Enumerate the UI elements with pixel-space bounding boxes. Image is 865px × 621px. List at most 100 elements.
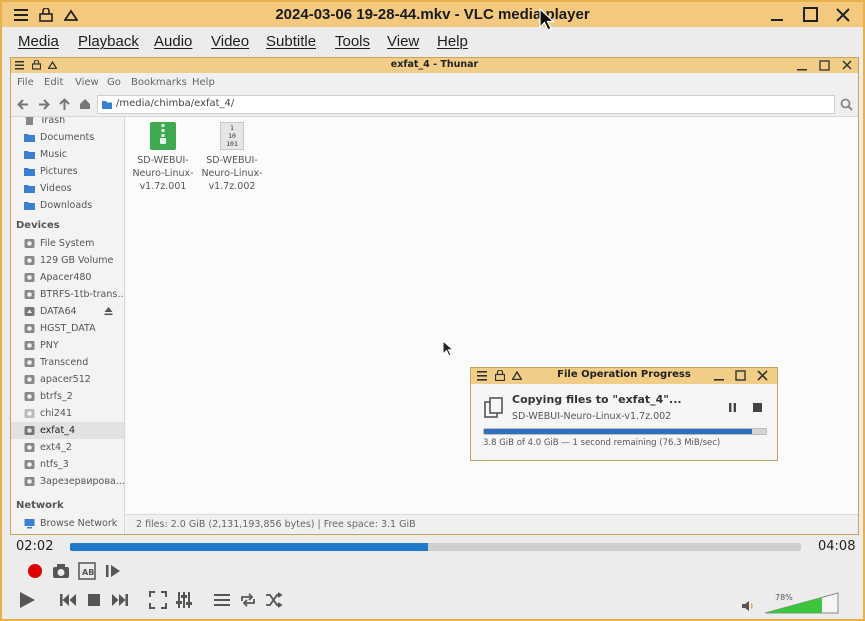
sidebar-item-trash[interactable]: Trash — [11, 117, 124, 129]
loop-icon — [241, 593, 255, 607]
vlc-titlebar: 2024-03-06 19-28-44.mkv - VLC media play… — [2, 2, 863, 27]
drive-icon — [24, 477, 35, 486]
shuffle-button[interactable] — [262, 588, 286, 612]
menu-subtitle[interactable]: Subtitle — [266, 33, 316, 50]
sidebar-item-device[interactable]: 129 GB Volume — [11, 252, 124, 269]
status-text: 2 files: 2.0 GiB (2,131,193,856 bytes) |… — [136, 519, 416, 530]
maximize-icon[interactable] — [735, 370, 746, 381]
dialog-status: 3.8 GiB of 4.0 GiB — 1 second remaining … — [483, 438, 721, 448]
record-button[interactable] — [23, 559, 47, 583]
sidebar-item-downloads[interactable]: Downloads — [11, 197, 124, 214]
up-icon[interactable] — [59, 98, 70, 111]
stop-button[interactable] — [82, 588, 106, 612]
maximize-icon[interactable] — [799, 4, 821, 25]
close-icon[interactable] — [842, 60, 852, 70]
sidebar-item-device[interactable]: ext4_2 — [11, 439, 124, 456]
menu-audio[interactable]: Audio — [154, 33, 192, 50]
menu-video[interactable]: Video — [211, 33, 249, 50]
network-icon — [24, 519, 35, 529]
volume-slider[interactable] — [765, 592, 839, 614]
location-bar[interactable]: /media/chimba/exfat_4/ — [97, 95, 835, 114]
file-item[interactable]: SD-WEBUI- Neuro-Linux- v1.7z.001 — [128, 122, 198, 193]
seek-slider[interactable] — [70, 543, 801, 551]
drive-icon — [24, 290, 35, 299]
menu-tools[interactable]: Tools — [335, 33, 370, 50]
thunar-menu-file[interactable]: File — [17, 77, 34, 88]
playlist-icon — [214, 594, 230, 606]
minimize-icon[interactable] — [797, 61, 807, 71]
sidebar-item-device-selected[interactable]: exfat_4 — [11, 422, 124, 439]
play-button[interactable] — [13, 587, 41, 613]
loop-ab-button[interactable]: AB — [75, 559, 99, 583]
sidebar-item-browse-network[interactable]: Browse Network — [11, 515, 124, 532]
sidebar-item-device[interactable]: Зарезервирова... — [11, 473, 124, 490]
folder-icon — [102, 101, 112, 109]
frame-step-icon — [106, 565, 120, 577]
time-total[interactable]: 04:08 — [818, 539, 855, 554]
shuffle-icon — [266, 592, 283, 608]
sidebar-item-device[interactable]: DATA64 — [11, 303, 124, 320]
extended-settings-button[interactable] — [172, 588, 196, 612]
thunar-menu-view[interactable]: View — [75, 77, 99, 88]
menu-media[interactable]: Media — [18, 33, 59, 50]
stop-icon[interactable] — [753, 403, 762, 412]
vlc-menubar: Media Playback Audio Video Subtitle Tool… — [2, 27, 863, 57]
fullscreen-icon — [149, 591, 167, 609]
thunar-menu-bookmarks[interactable]: Bookmarks — [131, 77, 187, 88]
fullscreen-button[interactable] — [146, 588, 170, 612]
dialog-titlebar: File Operation Progress — [471, 368, 777, 384]
next-button[interactable] — [108, 588, 132, 612]
minimize-icon[interactable] — [766, 4, 788, 25]
sidebar-item-music[interactable]: Music — [11, 146, 124, 163]
folder-icon — [24, 185, 35, 193]
menu-view[interactable]: View — [387, 33, 419, 50]
menu-help[interactable]: Help — [437, 33, 468, 50]
sidebar-item-device[interactable]: Apacer480 — [11, 269, 124, 286]
sidebar-item-device[interactable]: btrfs_2 — [11, 388, 124, 405]
file-item[interactable]: 1 10 101 SD-WEBUI- Neuro-Linux- v1.7z.00… — [197, 122, 267, 193]
eject-icon[interactable] — [104, 306, 113, 316]
forward-icon[interactable] — [38, 99, 50, 110]
frame-by-frame-button[interactable] — [101, 559, 125, 583]
thunar-title: exfat_4 - Thunar — [390, 59, 479, 70]
close-icon[interactable] — [757, 370, 768, 381]
sidebar-item-documents[interactable]: Documents — [11, 129, 124, 146]
back-icon[interactable] — [17, 99, 29, 110]
sidebar-item-device[interactable]: HGST_DATA — [11, 320, 124, 337]
close-icon[interactable] — [832, 4, 854, 25]
sidebar-item-pictures[interactable]: Pictures — [11, 163, 124, 180]
maximize-icon[interactable] — [819, 60, 830, 71]
menu-playback[interactable]: Playback — [78, 33, 139, 50]
camera-icon — [53, 564, 69, 578]
previous-icon — [60, 594, 76, 606]
search-icon[interactable] — [840, 98, 853, 111]
speaker-icon[interactable] — [741, 600, 755, 612]
sidebar-item-device[interactable]: PNY — [11, 337, 124, 354]
sidebar-item-device[interactable]: apacer512 — [11, 371, 124, 388]
dialog-current-file: SD-WEBUI-Neuro-Linux-v1.7z.002 — [512, 411, 672, 422]
minimize-icon[interactable] — [714, 371, 724, 381]
thunar-menu-help[interactable]: Help — [192, 77, 215, 88]
drive-icon — [24, 239, 35, 248]
drive-icon — [24, 341, 35, 350]
thunar-menu-go[interactable]: Go — [107, 77, 121, 88]
drive-icon — [24, 358, 35, 367]
sidebar-item-device[interactable]: BTRFS-1tb-trans... — [11, 286, 124, 303]
previous-button[interactable] — [56, 588, 80, 612]
thunar-menu-edit[interactable]: Edit — [44, 77, 63, 88]
sidebar-item-videos[interactable]: Videos — [11, 180, 124, 197]
sidebar-item-device[interactable]: Transcend — [11, 354, 124, 371]
sidebar-item-device[interactable]: chi241 — [11, 405, 124, 422]
sidebar-item-device[interactable]: File System — [11, 235, 124, 252]
sidebar-item-device[interactable]: ntfs_3 — [11, 456, 124, 473]
time-elapsed: 02:02 — [16, 539, 54, 554]
snapshot-button[interactable] — [49, 559, 73, 583]
pause-icon[interactable] — [728, 403, 737, 412]
home-icon[interactable] — [79, 98, 91, 110]
loop-button[interactable] — [236, 588, 260, 612]
sidebar-heading-devices: Devices — [16, 220, 60, 231]
folder-icon — [24, 202, 35, 210]
vlc-window: 2024-03-06 19-28-44.mkv - VLC media play… — [0, 0, 865, 621]
thunar-window: exfat_4 - Thunar File Edit View Go Bookm… — [10, 57, 859, 535]
playlist-button[interactable] — [210, 588, 234, 612]
